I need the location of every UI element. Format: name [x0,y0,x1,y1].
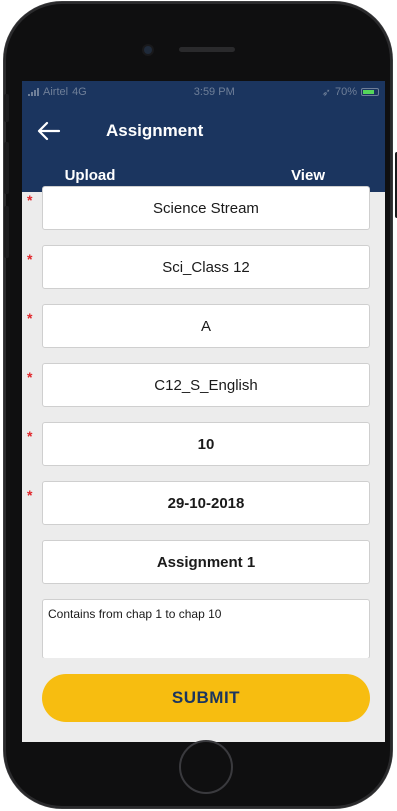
subject-row: * C12_S_English [22,363,385,407]
required-marker: * [27,251,33,267]
status-left: Airtel 4G [28,86,87,98]
volume-down-button [4,206,9,258]
arrow-left-icon [37,121,61,141]
section-row: * A [22,304,385,348]
assignment-title-input[interactable]: Assignment 1 [42,540,370,584]
marks-row: * 10 [22,422,385,466]
status-time: 3:59 PM [193,86,235,98]
status-right: ➶ 70% [322,86,379,99]
page-title: Assignment [106,121,204,140]
assignment-title-row: Assignment 1 [22,540,385,584]
location-arrow-icon: ➶ [321,86,331,99]
stream-row: * Science Stream [22,186,385,230]
required-marker: * [27,310,33,326]
carrier-label: Airtel [43,86,69,98]
section-select[interactable]: A [42,304,370,348]
battery-icon [361,88,379,96]
front-camera [144,46,152,54]
signal-icon [28,88,39,96]
battery-percent: 70% [334,86,357,98]
app-screen: Airtel 4G 3:59 PM ➶ 70% Assignment Uploa… [22,81,385,742]
app-header: Assignment [22,103,385,159]
subject-select[interactable]: C12_S_English [42,363,370,407]
date-picker[interactable]: 29-10-2018 [42,481,370,525]
required-marker: * [27,487,33,503]
status-bar: Airtel 4G 3:59 PM ➶ 70% [22,81,385,103]
phone-frame: Airtel 4G 3:59 PM ➶ 70% Assignment Uploa… [4,2,397,808]
mute-switch [4,94,9,122]
required-marker: * [27,192,33,208]
description-textarea[interactable]: Contains from chap 1 to chap 10 [42,599,370,659]
class-select[interactable]: Sci_Class 12 [42,245,370,289]
marks-input[interactable]: 10 [42,422,370,466]
volume-up-button [4,142,9,194]
date-row: * 29-10-2018 [22,481,385,525]
home-button[interactable] [179,740,233,794]
network-label: 4G [72,86,87,98]
back-button[interactable] [22,103,76,159]
required-marker: * [27,428,33,444]
earpiece-speaker [179,47,235,52]
class-row: * Sci_Class 12 [22,245,385,289]
submit-button[interactable]: SUBMIT [42,674,370,722]
submit-bar: SUBMIT [22,658,385,742]
required-marker: * [27,369,33,385]
stream-select[interactable]: Science Stream [42,186,370,230]
